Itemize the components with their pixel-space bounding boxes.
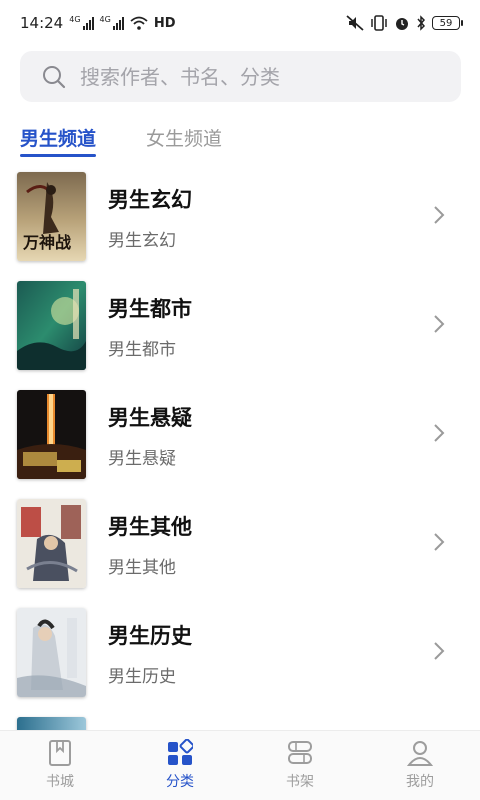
category-title: 男生玄幻 [108, 188, 192, 212]
search-input[interactable] [80, 64, 420, 89]
list-item[interactable] [0, 705, 480, 730]
category-subtitle: 男生玄幻 [108, 231, 176, 251]
alarm-icon [396, 18, 408, 30]
nav-profile[interactable]: 我的 [360, 731, 480, 800]
signal-label: 4G [99, 15, 111, 24]
category-title: 男生悬疑 [108, 406, 192, 430]
search-icon [43, 65, 66, 88]
cover-text: 万神战 [22, 233, 71, 252]
chevron-right-icon [434, 533, 445, 551]
nav-category[interactable]: 分类 [120, 731, 240, 800]
wifi-icon [130, 16, 148, 30]
list-item[interactable]: 男生其他 男生其他 [0, 487, 480, 596]
signal-icon: 4G [69, 15, 94, 30]
vibrate-icon [371, 15, 387, 31]
nav-bookstore[interactable]: 书城 [0, 731, 120, 800]
book-cover: 万神战 [17, 172, 86, 261]
chevron-right-icon [434, 424, 445, 442]
list-item[interactable]: 男生悬疑 男生悬疑 [0, 378, 480, 487]
book-cover [17, 717, 86, 730]
nav-label: 书架 [286, 774, 314, 790]
signal-icon: 4G [100, 16, 124, 30]
battery-icon: 59 [432, 16, 463, 30]
profile-icon [407, 741, 433, 766]
category-subtitle: 男生历史 [108, 667, 176, 687]
signal-label: 4G [69, 15, 81, 24]
nav-label: 我的 [406, 774, 434, 790]
search-bar[interactable] [20, 51, 461, 102]
list-item[interactable]: 男生历史 男生历史 [0, 596, 480, 705]
tab-female-channel[interactable]: 女生频道 [146, 124, 222, 156]
mute-icon [346, 15, 364, 31]
category-title: 男生历史 [108, 624, 192, 648]
status-bar: 14:24 4G 4G HD 59 [0, 0, 480, 46]
bookshelf-icon [288, 741, 312, 764]
list-item[interactable]: 男生都市 男生都市 [0, 269, 480, 378]
category-subtitle: 男生悬疑 [108, 449, 176, 469]
status-left: 14:24 4G 4G HD [20, 14, 176, 32]
status-right: 59 [346, 15, 463, 31]
tab-male-channel[interactable]: 男生频道 [20, 124, 97, 157]
chevron-right-icon [434, 315, 445, 333]
category-icon [168, 739, 193, 765]
category-subtitle: 男生其他 [108, 558, 176, 578]
bluetooth-icon [417, 15, 426, 31]
nav-label: 书城 [46, 774, 74, 790]
book-cover [17, 390, 86, 479]
category-list: 万神战 男生玄幻 男生玄幻 男生都市 男生都市 男生悬疑 男生悬疑 男生其他 男… [0, 160, 480, 730]
book-cover [17, 499, 86, 588]
status-time: 14:24 [20, 14, 64, 32]
book-cover [17, 281, 86, 370]
category-title: 男生都市 [108, 297, 192, 321]
hd-indicator: HD [153, 15, 176, 31]
book-cover [17, 608, 86, 697]
nav-bookshelf[interactable]: 书架 [240, 731, 360, 800]
chevron-right-icon [434, 206, 445, 224]
category-subtitle: 男生都市 [108, 340, 176, 360]
chevron-right-icon [434, 642, 445, 660]
bottom-nav: 书城 分类 书架 我的 [0, 730, 480, 800]
nav-label: 分类 [166, 774, 194, 790]
category-title: 男生其他 [108, 515, 192, 539]
bookstore-icon [49, 740, 71, 766]
list-item[interactable]: 万神战 男生玄幻 男生玄幻 [0, 160, 480, 269]
channel-tabs: 男生频道 女生频道 [20, 124, 222, 157]
